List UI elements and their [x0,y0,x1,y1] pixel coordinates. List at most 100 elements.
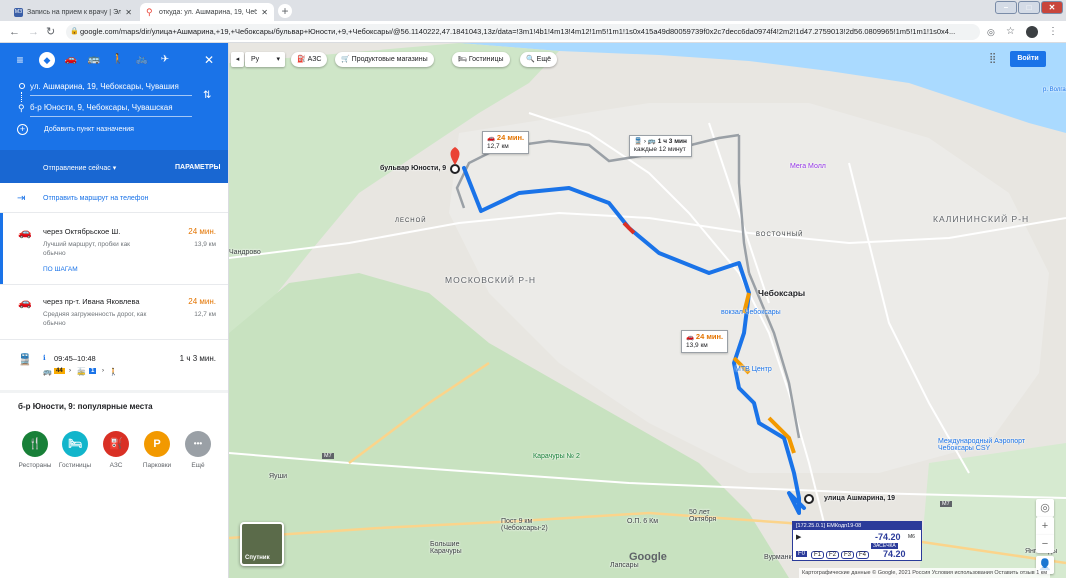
url-text: google.com/maps/dir/улица+Ашмарина,+19,+… [80,27,956,36]
directions-mode-icon[interactable]: ◆ [39,52,55,68]
language-select[interactable]: Ру ▾ [245,52,285,67]
chip-gas[interactable]: ⛽ АЗС [291,52,328,67]
car-icon: 🚗 [18,227,32,239]
place-label: Пост 9 км (Чебоксары-2) [501,518,548,532]
language-value: Ру [251,56,260,63]
address-bar-area: ← → ↻ 🔒 google.com/maps/dir/улица+Ашмари… [0,21,1066,43]
route-distance: 12,7 км [194,311,216,318]
train-icon: 🚆 › 🚌 [634,138,656,145]
f3-button[interactable]: F3 [841,551,855,559]
parking-icon: P [144,431,170,457]
hamburger-menu-icon[interactable]: ≡ [12,52,28,68]
profile-avatar-icon[interactable] [1026,26,1038,38]
satellite-label: Спутник [245,555,270,561]
chip-label: Гостиницы [468,56,504,63]
add-destination-link[interactable]: Добавить пункт назначения [44,126,134,133]
options-button[interactable]: ПАРАМЕТРЫ [175,164,221,171]
maps-pin-favicon-icon: ⚲ [146,6,153,17]
transit-duration: 1 ч 3 мин. [179,354,216,363]
transit-option[interactable]: 🚆 ℹ 09:45–10:48 1 ч 3 мин. 🚌 44 › 🚋 1 › … [0,353,228,383]
restaurant-icon: 🍴 [22,431,48,457]
add-destination-icon[interactable]: + [17,124,28,135]
bike-mode-icon[interactable]: 🚲 [134,52,150,68]
search-icon: 🔍 [526,56,535,63]
chevron-right-icon: › [69,368,71,374]
f2-button[interactable]: F2 [826,551,840,559]
tab-maps[interactable]: ⚲ откуда: ул. Ашмарина, 19, Чебо ✕ [140,3,274,21]
train-icon: 🚆 [18,354,32,366]
popular-places-title: б-р Юности, 9: популярные места [18,402,153,411]
walk-icon: 🚶 [109,369,118,376]
f4-button[interactable]: F4 [856,551,870,559]
url-input[interactable]: 🔒 google.com/maps/dir/улица+Ашмарина,+19… [66,24,980,40]
category-parking[interactable]: P Парковки [137,431,177,469]
collapse-panel-button[interactable]: ◂ [231,52,244,67]
route-option-1[interactable]: 🚗 через Октябрьское Ш. 24 мин. 13,9 км Л… [0,226,228,286]
f1-button[interactable]: F1 [811,551,825,559]
place-label: Карачуры № 2 [533,453,580,460]
close-window-button[interactable]: ✕ [1041,1,1063,14]
car-mode-icon[interactable]: 🚗 [63,52,79,68]
steps-link[interactable]: ПО ШАГАМ [43,266,78,273]
chip-label: Ещё [536,56,551,63]
route-dots-icon [21,92,22,102]
origin-input[interactable]: ул. Ашмарина, 19, Чебоксары, Чувашия [30,78,192,96]
maximize-button[interactable]: □ [1018,1,1040,14]
category-restaurants[interactable]: 🍴 Рестораны [15,431,55,469]
zoom-in-button[interactable]: + [1036,517,1054,535]
category-gas[interactable]: ⛽ АЗС [96,431,136,469]
reload-icon[interactable]: ↻ [46,25,55,39]
lock-icon: 🔒 [70,28,79,35]
tab-appointment[interactable]: МЗ Запись на прием к врачу | Элек ✕ [8,3,138,21]
close-tab-icon[interactable]: ✕ [261,8,268,17]
chip-hotels[interactable]: 🛏 Гостиницы [452,52,510,67]
route-distance: 13,9 км [194,241,216,248]
send-to-phone-link[interactable]: Отправить маршрут на телефон [43,195,148,202]
place-label: МТВ Центр [735,366,772,373]
divider [0,284,228,285]
destination-input[interactable]: б-р Юности, 9, Чебоксары, Чувашская [30,99,192,117]
depart-now-dropdown[interactable]: Отправление сейчас ▾ [43,164,116,172]
minimize-button[interactable]: – [995,1,1017,14]
chip-groceries[interactable]: 🛒 Продуктовые магазины [335,52,434,67]
close-tab-icon[interactable]: ✕ [125,8,132,17]
overlay-ip: [172.25.0.1] ЕМКодп19-08 [793,522,921,530]
origin-label: улица Ашмарина, 19 [824,495,896,502]
place-label: 50 лет Октября [689,509,717,523]
transit-mode-icon[interactable]: 🚌 [86,52,102,68]
map-canvas[interactable]: ◂ Ру ▾ ⛽ АЗС 🛒 Продуктовые магазины 🛏 Го… [229,43,1066,578]
new-tab-button[interactable]: + [278,4,292,18]
route-time: 24 мин. [188,227,216,236]
f0-button[interactable]: F0 [796,551,808,557]
transit-callout[interactable]: 🚆 › 🚌 1 ч 3 мин каждые 12 минут [629,135,692,157]
place-label: Большие Карачуры [430,541,462,555]
car-icon: 🚗 [686,334,695,341]
location-icon[interactable]: ◎ [987,25,995,39]
car-route-callout-1[interactable]: 🚗 24 мин. 12,7 км [482,131,530,154]
overlay-widget: [172.25.0.1] ЕМКодп19-08 ▶ -74.20 М6 ЗАС… [792,521,922,561]
chip-more[interactable]: 🔍 Ещё [520,52,557,67]
place-label: ЛЕСНОЙ [395,218,427,224]
directions-panel: ≡ ◆ 🚗 🚌 🚶 🚲 ✈ ✕ ⚲ ул. Ашмарина, 19, Чебо… [0,43,229,578]
category-hotels[interactable]: 🛏 Гостиницы [55,431,95,469]
zoom-out-button[interactable]: − [1036,535,1054,553]
caret-down-icon: ▾ [276,56,280,63]
forward-icon[interactable]: → [28,25,39,39]
route-option-2[interactable]: 🚗 через пр-т. Ивана Яковлева 24 мин. 12,… [0,296,228,336]
apps-grid-icon[interactable]: ⣿ [989,53,996,64]
menu-dots-icon[interactable]: ⋮ [1048,25,1058,39]
tab-title: Запись на прием к врачу | Элек [27,8,122,16]
swap-icon[interactable]: ⇅ [203,90,211,101]
play-icon[interactable]: ▶ [796,533,801,541]
my-location-icon[interactable]: ◎ [1036,499,1054,517]
back-icon[interactable]: ← [9,25,20,39]
signin-button[interactable]: Войти [1010,51,1046,67]
flight-mode-icon[interactable]: ✈ [157,52,173,68]
car-route-callout-2[interactable]: 🚗 24 мин. 13,9 км [681,330,729,353]
satellite-toggle[interactable]: Спутник [240,522,284,566]
walk-mode-icon[interactable]: 🚶 [110,52,126,68]
overlay-tag: М6 [908,534,915,540]
bookmark-star-icon[interactable]: ☆ [1006,25,1015,39]
close-directions-icon[interactable]: ✕ [201,52,217,68]
category-more[interactable]: ••• Ещё [178,431,218,469]
